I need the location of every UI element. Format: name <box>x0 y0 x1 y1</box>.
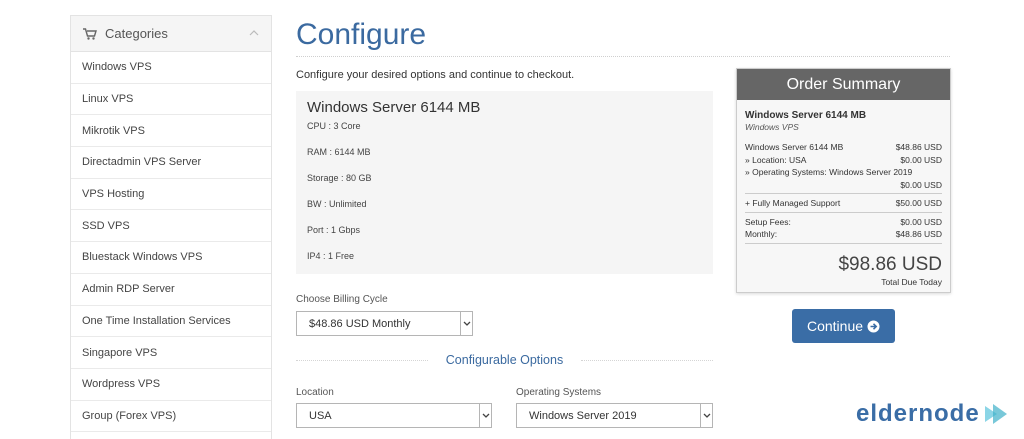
configure-main: Configure Configure your desired options… <box>296 0 952 439</box>
os-label: Operating Systems <box>516 387 602 398</box>
summary-line-os-label: » Operating Systems: Windows Server 2019 <box>745 166 942 179</box>
order-summary: Order Summary Windows Server 6144 MB Win… <box>736 68 951 293</box>
categories-sidebar: Categories Windows VPS Linux VPS Mikroti… <box>70 15 272 439</box>
line-value: $0.00 USD <box>900 216 942 227</box>
summary-line-setup: Setup Fees: $0.00 USD <box>745 216 942 229</box>
product-info-box: Windows Server 6144 MB CPU : 3 Core RAM … <box>296 91 713 274</box>
line-label: Monthly: <box>745 229 778 239</box>
line-label: + Fully Managed Support <box>745 198 841 208</box>
summary-product-group: Windows VPS <box>745 122 799 132</box>
line-value: $48.86 USD <box>895 142 942 152</box>
sidebar-item-linux-vps[interactable]: Linux VPS <box>71 84 271 116</box>
sidebar-item-ssd-vps[interactable]: SSD VPS <box>71 210 271 243</box>
chevron-up-icon[interactable] <box>249 29 259 37</box>
sidebar-item-admin-rdp-server[interactable]: Admin RDP Server <box>71 274 271 306</box>
sidebar-item-mikrotik-vps[interactable]: Mikrotik VPS <box>71 115 271 148</box>
summary-divider <box>745 242 942 244</box>
configurable-options-title: Configurable Options <box>428 353 581 367</box>
chevron-down-icon[interactable] <box>460 312 472 335</box>
line-value: $0.00 USD <box>900 179 942 190</box>
billing-cycle-select[interactable]: $48.86 USD Monthly <box>296 311 473 336</box>
line-value: $0.00 USD <box>900 154 942 165</box>
summary-line-location: » Location: USA $0.00 USD <box>745 154 942 167</box>
billing-cycle-label: Choose Billing Cycle <box>296 294 388 305</box>
product-name: Windows Server 6144 MB <box>307 99 481 116</box>
location-value: USA <box>309 409 332 422</box>
spec-ram: RAM : 6144 MB <box>307 147 371 157</box>
spec-bandwidth: BW : Unlimited <box>307 199 367 209</box>
sidebar-item-one-time-installation[interactable]: One Time Installation Services <box>71 306 271 338</box>
configure-page: Categories Windows VPS Linux VPS Mikroti… <box>0 0 1024 439</box>
order-summary-title: Order Summary <box>737 69 950 100</box>
summary-total: $98.86 USD <box>838 253 942 275</box>
intro-text: Configure your desired options and conti… <box>296 69 575 81</box>
spec-port: Port : 1 Gbps <box>307 225 361 235</box>
line-label: » Location: USA <box>745 154 807 165</box>
location-select[interactable]: USA <box>296 403 492 428</box>
sidebar-item-forex-vps[interactable]: Group (Forex VPS) <box>71 401 271 433</box>
sidebar-item-vps-hosting[interactable]: VPS Hosting <box>71 179 271 211</box>
categories-title: Categories <box>105 26 168 41</box>
arrow-circle-right-icon <box>867 320 880 332</box>
chevron-down-icon[interactable] <box>479 404 491 427</box>
billing-cycle-value: $48.86 USD Monthly <box>309 317 411 330</box>
eldernode-logo: eldernode <box>856 400 1009 428</box>
line-label: » Operating Systems: Windows Server 2019 <box>745 167 913 177</box>
logo-play-icon <box>984 404 1007 424</box>
line-value: $48.86 USD <box>895 229 942 239</box>
os-select[interactable]: Windows Server 2019 <box>516 403 713 428</box>
location-label: Location <box>296 387 334 398</box>
logo-text: eldernode <box>856 400 980 427</box>
sidebar-item-wordpress-vps[interactable]: Wordpress VPS <box>71 369 271 401</box>
shopping-cart-icon <box>83 27 97 40</box>
summary-line-product: Windows Server 6144 MB $48.86 USD <box>745 141 942 154</box>
sidebar-item-bluestack-windows-vps[interactable]: Bluestack Windows VPS <box>71 242 271 274</box>
sidebar-item-singapore-vps[interactable]: Singapore VPS <box>71 337 271 369</box>
categories-header[interactable]: Categories <box>71 16 271 52</box>
line-value: $50.00 USD <box>895 198 942 208</box>
spec-storage: Storage : 80 GB <box>307 173 372 183</box>
sidebar-item-directadmin-vps[interactable]: Directadmin VPS Server <box>71 147 271 179</box>
options-divider-right <box>581 360 713 361</box>
page-title: Configure <box>296 18 427 51</box>
os-value: Windows Server 2019 <box>529 409 637 422</box>
sidebar-item-windows-vps[interactable]: Windows VPS <box>71 52 271 84</box>
spec-cpu: CPU : 3 Core <box>307 121 361 131</box>
continue-label: Continue <box>806 318 864 334</box>
summary-divider <box>745 211 942 213</box>
summary-line-support: + Fully Managed Support $50.00 USD <box>745 197 942 210</box>
spec-ip4: IP4 : 1 Free <box>307 251 355 261</box>
summary-product-name: Windows Server 6144 MB <box>745 110 867 121</box>
summary-line-os-value: $0.00 USD <box>745 179 942 192</box>
line-label: Windows Server 6144 MB <box>745 142 844 152</box>
chevron-down-icon[interactable] <box>700 404 712 427</box>
line-label: Setup Fees: <box>745 216 791 227</box>
title-divider <box>296 56 950 57</box>
summary-total-label: Total Due Today <box>881 276 942 287</box>
summary-divider <box>745 193 942 194</box>
options-divider-left <box>296 360 428 361</box>
continue-button[interactable]: Continue <box>792 309 895 343</box>
summary-line-monthly: Monthly: $48.86 USD <box>745 228 942 241</box>
